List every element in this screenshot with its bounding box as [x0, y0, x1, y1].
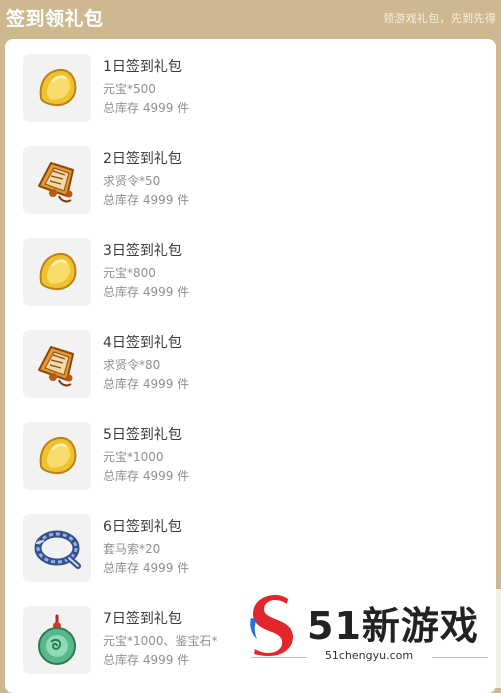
lasso-rope-icon: [23, 514, 91, 582]
reward-content: 元宝*800: [103, 266, 156, 280]
reward-stock: 总库存 4999 件: [103, 653, 190, 667]
reward-content: 元宝*1000、鉴宝石*: [103, 634, 218, 648]
reward-title: 3日签到礼包: [103, 243, 182, 259]
reward-item-day-6[interactable]: 6日签到礼包 套马索*20 总库存 4999 件: [23, 514, 473, 590]
reward-stock: 总库存 4999 件: [103, 285, 190, 299]
recruit-token-icon: [23, 146, 91, 214]
reward-item-day-4[interactable]: 4日签到礼包 求贤令*80 总库存 4999 件: [23, 330, 473, 406]
reward-content: 元宝*1000: [103, 450, 164, 464]
reward-content: 求贤令*80: [103, 358, 161, 372]
jade-pendant-icon: [23, 606, 91, 674]
site-watermark: 51新游戏 51chengyu.com: [237, 589, 501, 688]
reward-content: 元宝*500: [103, 82, 156, 96]
reward-item-day-3[interactable]: 3日签到礼包 元宝*800 总库存 4999 件: [23, 238, 473, 314]
watermark-divider-right: [432, 657, 488, 658]
reward-stock: 总库存 4999 件: [103, 377, 190, 391]
reward-stock: 总库存 4999 件: [103, 193, 190, 207]
gold-ingot-icon: [23, 422, 91, 490]
reward-title: 7日签到礼包: [103, 611, 182, 627]
gold-ingot-icon: [23, 54, 91, 122]
page-title: 签到领礼包: [6, 8, 104, 30]
reward-title: 4日签到礼包: [103, 335, 182, 351]
reward-stock: 总库存 4999 件: [103, 561, 190, 575]
watermark-brand: 51新游戏: [307, 604, 479, 648]
header-note: 领游戏礼包，先到先得: [383, 12, 496, 25]
reward-content: 套马索*20: [103, 542, 161, 556]
reward-content: 求贤令*50: [103, 174, 161, 188]
reward-item-day-2[interactable]: 2日签到礼包 求贤令*50 总库存 4999 件: [23, 146, 473, 222]
reward-item-day-5[interactable]: 5日签到礼包 元宝*1000 总库存 4999 件: [23, 422, 473, 498]
reward-stock: 总库存 4999 件: [103, 101, 190, 115]
gold-ingot-icon: [23, 238, 91, 306]
reward-title: 5日签到礼包: [103, 427, 182, 443]
reward-item-day-1[interactable]: 1日签到礼包 元宝*500 总库存 4999 件: [23, 54, 473, 130]
page-header: 签到领礼包 领游戏礼包，先到先得: [0, 0, 501, 36]
reward-title: 6日签到礼包: [103, 519, 182, 535]
reward-stock: 总库存 4999 件: [103, 469, 190, 483]
reward-title: 2日签到礼包: [103, 151, 182, 167]
watermark-url: 51chengyu.com: [324, 649, 414, 662]
recruit-token-icon: [23, 330, 91, 398]
reward-title: 1日签到礼包: [103, 59, 182, 75]
s-swirl-logo: [245, 592, 301, 656]
